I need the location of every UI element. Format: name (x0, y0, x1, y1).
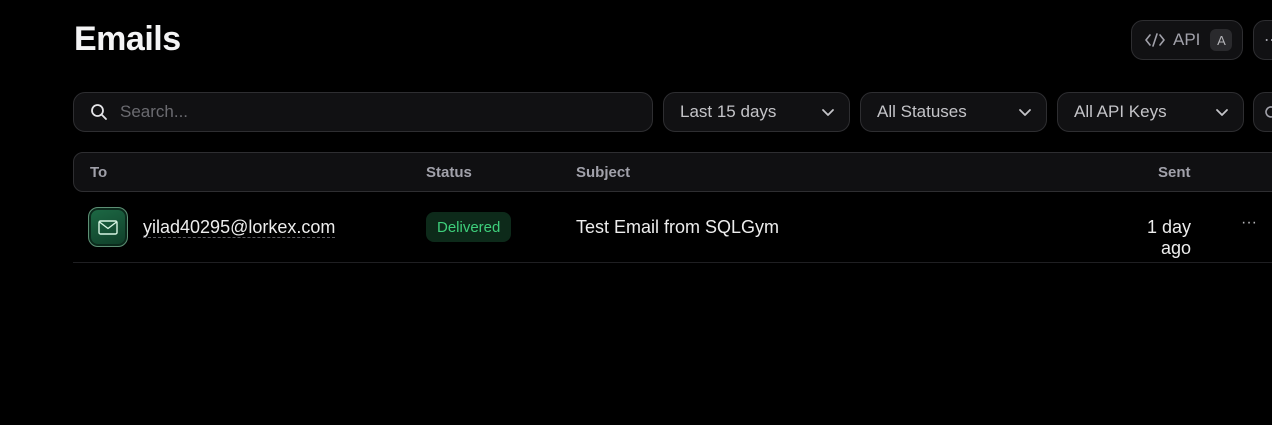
avatar (88, 207, 128, 247)
recipient-email[interactable]: yilad40295@lorkex.com (143, 217, 336, 238)
more-actions-button[interactable]: ⋯ (1253, 20, 1272, 60)
column-header-status: Status (426, 164, 472, 181)
sent-time: 1 day ago (1146, 217, 1191, 258)
refresh-button[interactable] (1253, 92, 1272, 132)
api-button-label: API (1173, 30, 1201, 49)
search-input[interactable] (120, 102, 652, 122)
chevron-down-icon (1019, 109, 1031, 116)
column-header-sent: Sent (1158, 164, 1191, 181)
status-badge: Delivered (426, 212, 512, 242)
column-header-subject: Subject (576, 164, 631, 181)
search-icon (91, 104, 107, 120)
more-icon: ⋯ (1264, 32, 1272, 49)
date-range-value: Last 15 days (680, 102, 777, 121)
refresh-icon (1265, 106, 1272, 118)
api-keys-select[interactable]: All API Keys (1057, 92, 1244, 132)
date-range-select[interactable]: Last 15 days (663, 92, 850, 132)
search-field[interactable] (73, 92, 653, 132)
chevron-down-icon (1216, 109, 1228, 116)
page-title: Emails (74, 20, 181, 58)
mail-icon (98, 219, 118, 235)
api-shortcut-key: A (1210, 29, 1233, 51)
status-value: All Statuses (877, 102, 967, 121)
api-keys-value: All API Keys (1074, 102, 1167, 121)
ellipsis-icon[interactable]: ··· (1238, 214, 1260, 238)
column-header-to: To (90, 164, 108, 181)
api-button[interactable]: API A (1131, 20, 1243, 60)
status-select[interactable]: All Statuses (860, 92, 1047, 132)
chevron-down-icon (822, 109, 834, 116)
table-header: To Status Subject Sent (73, 152, 1272, 192)
email-subject: Test Email from SQLGym (576, 217, 780, 237)
table-row[interactable]: yilad40295@lorkex.com Delivered Test Ema… (73, 192, 1272, 263)
code-icon (1145, 33, 1165, 47)
